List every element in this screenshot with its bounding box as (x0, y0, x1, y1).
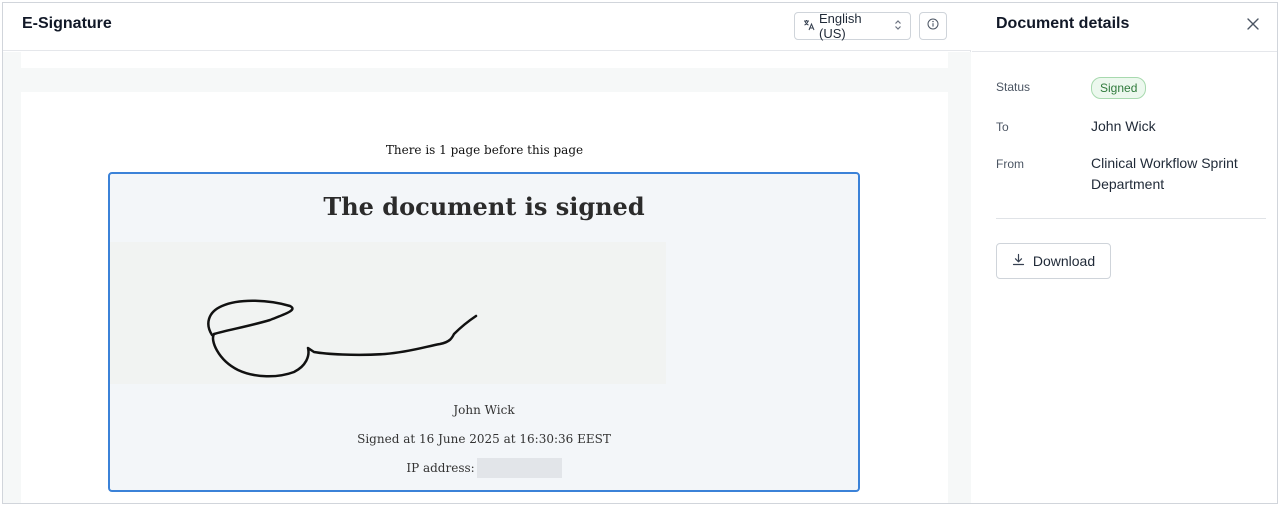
download-icon (1012, 253, 1025, 269)
info-button[interactable] (919, 12, 947, 40)
status-label: Status (996, 80, 1031, 94)
language-select[interactable]: English (US) (794, 11, 911, 41)
translate-icon (803, 19, 815, 34)
from-value: Clinical Workflow Sprint Department (1091, 155, 1238, 192)
ip-address-line: IP address: (110, 458, 858, 478)
document-page: There is 1 page before this page The doc… (21, 92, 948, 503)
info-icon (927, 17, 939, 35)
language-label: English (US) (819, 11, 862, 41)
chevron-up-down-icon (894, 19, 902, 33)
ip-address-redacted (476, 458, 562, 478)
details-divider (996, 218, 1266, 219)
from-label: From (996, 157, 1024, 171)
app-title: E-Signature (22, 15, 112, 32)
to-label: To (996, 120, 1009, 134)
app-frame: E-Signature English (US) There is 1 page… (2, 2, 1278, 504)
signature-box: The document is signed John Wick Signed … (108, 172, 860, 492)
to-value: John Wick (1091, 118, 1156, 134)
signer-name: John Wick (453, 403, 515, 417)
document-viewer[interactable]: There is 1 page before this page The doc… (3, 52, 971, 503)
signed-heading: The document is signed (323, 192, 645, 221)
close-icon (1246, 17, 1260, 36)
close-button[interactable] (1244, 17, 1262, 35)
top-bar: E-Signature English (US) (3, 3, 971, 51)
document-details-panel: Document details Status Signed To John W… (972, 3, 1277, 503)
pages-before-notice: There is 1 page before this page (385, 143, 584, 157)
ip-address-label: IP address: (406, 461, 475, 475)
previous-page-edge (21, 52, 948, 68)
main-panel: E-Signature English (US) There is 1 page… (3, 3, 971, 503)
signed-timestamp: Signed at 16 June 2025 at 16:30:36 EEST (357, 432, 611, 446)
status-badge: Signed (1091, 77, 1147, 99)
details-title: Document details (996, 15, 1130, 32)
details-header-divider (972, 51, 1277, 52)
download-button[interactable]: Download (996, 243, 1111, 279)
signature-image (110, 242, 666, 384)
download-label: Download (1032, 253, 1096, 269)
